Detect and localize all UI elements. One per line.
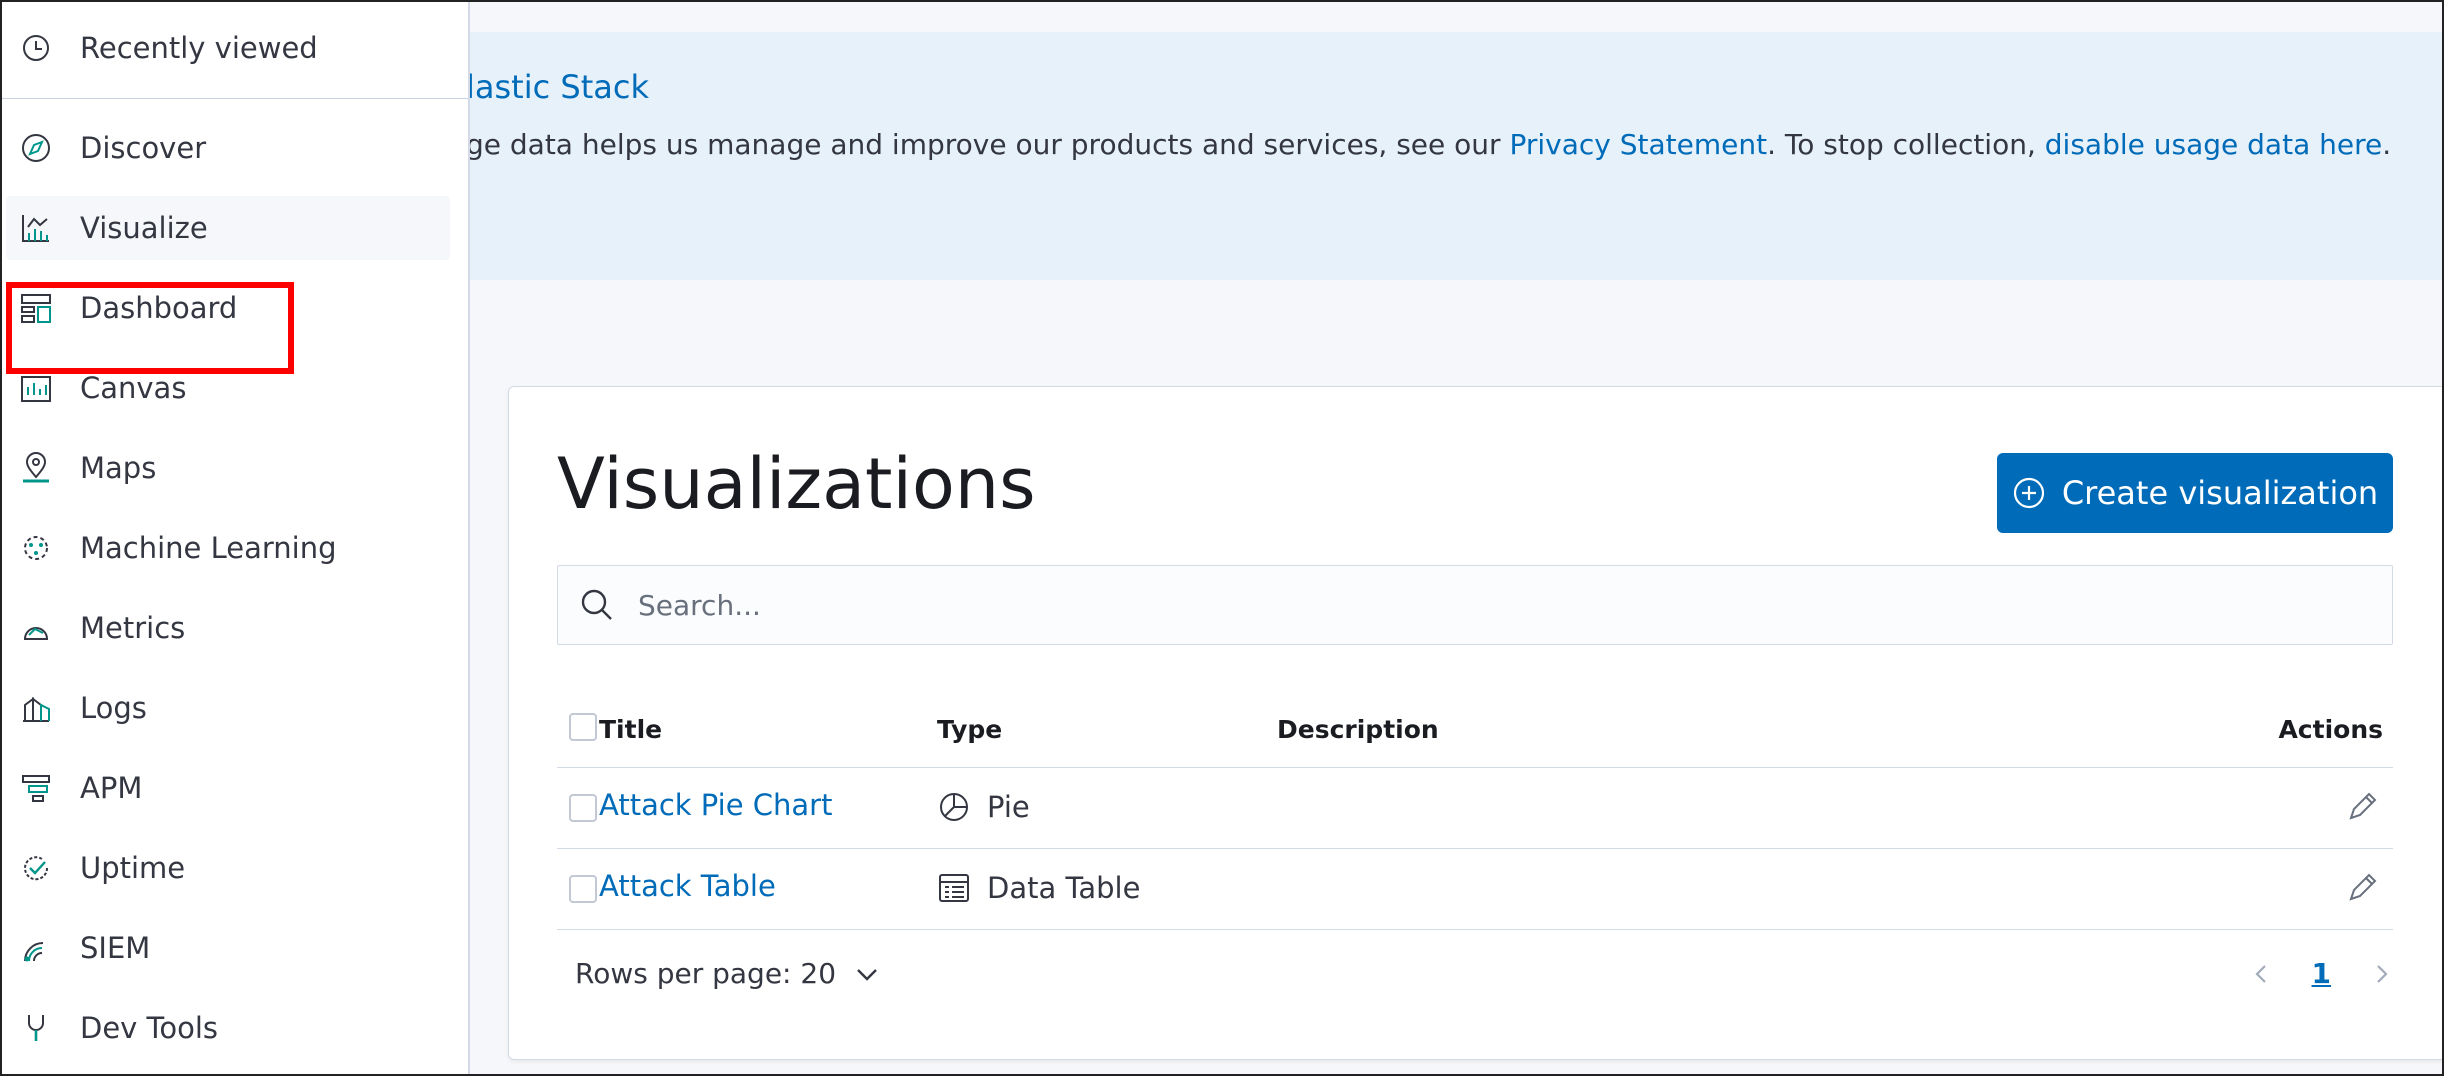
logs-icon [18, 690, 54, 726]
row-checkbox[interactable] [569, 875, 597, 903]
type-label: Data Table [987, 871, 1141, 905]
nav-item-dashboard[interactable]: Dashboard [6, 276, 450, 340]
maps-icon [18, 450, 54, 486]
banner-text-prefix: ge data helps us manage and improve our … [466, 128, 1510, 161]
select-all-checkbox[interactable] [569, 713, 597, 741]
search-icon [581, 589, 612, 620]
nav-item-label: Machine Learning [80, 531, 337, 565]
data-table-icon [939, 874, 969, 902]
nav-item-machine-learning[interactable]: Machine Learning [6, 516, 450, 580]
create-visualization-label: Create visualization [2061, 474, 2379, 512]
table-row: Attack Pie Chart Pie [557, 768, 2393, 849]
disable-usage-data-link[interactable]: disable usage data here [2045, 128, 2382, 161]
search-field[interactable] [557, 565, 2393, 645]
nav-item-label: Logs [80, 691, 147, 725]
nav-item-label: SIEM [80, 931, 151, 965]
dashboard-icon [18, 290, 54, 326]
visualization-title-link[interactable]: Attack Pie Chart [599, 788, 832, 822]
recently-viewed-section: Recently viewed [0, 0, 468, 99]
metrics-icon [18, 610, 54, 646]
nav-item-label: Dev Tools [80, 1011, 218, 1045]
type-cell: Data Table [937, 871, 1140, 905]
nav-item-label: Dashboard [80, 291, 238, 325]
pencil-icon[interactable] [2345, 871, 2379, 905]
visualizations-table: Title Type Description Actions Attack Pi… [557, 689, 2393, 930]
pagination: 1 [2250, 957, 2393, 990]
type-label: Pie [987, 790, 1030, 824]
uptime-icon [18, 850, 54, 886]
nav-item-metrics[interactable]: Metrics [6, 596, 450, 660]
ml-icon [18, 530, 54, 566]
column-header-title[interactable]: Title [599, 715, 662, 744]
plus-circle-icon [2013, 477, 2044, 509]
nav-item-label: Metrics [80, 611, 186, 645]
visualize-icon [18, 210, 54, 246]
rows-per-page-dropdown[interactable]: Rows per page: 20 [575, 957, 880, 990]
create-visualization-button[interactable]: Create visualization [1997, 453, 2393, 533]
pie-chart-icon [940, 793, 968, 821]
nav-item-dev-tools[interactable]: Dev Tools [6, 996, 450, 1060]
nav-item-label: Maps [80, 451, 157, 485]
nav-item-discover[interactable]: Discover [6, 116, 450, 180]
search-input[interactable] [636, 587, 2340, 623]
telemetry-banner: lastic Stack ge data helps us manage and… [466, 32, 2444, 280]
nav-item-recently-viewed[interactable]: Recently viewed [6, 16, 450, 80]
nav-item-canvas[interactable]: Canvas [6, 356, 450, 420]
chevron-right-icon[interactable] [2369, 962, 2393, 986]
visualizations-panel: Visualizations Create visualization Titl… [508, 386, 2444, 1060]
row-checkbox[interactable] [569, 794, 597, 822]
privacy-statement-link[interactable]: Privacy Statement [1509, 128, 1767, 161]
table-footer: Rows per page: 20 1 [557, 957, 2393, 1017]
nav-item-visualize[interactable]: Visualize [6, 196, 450, 260]
banner-text: ge data helps us manage and improve our … [466, 128, 2391, 161]
banner-text-middle: . To stop collection, [1767, 128, 2045, 161]
nav-item-label: Visualize [80, 211, 208, 245]
column-header-actions: Actions [2278, 715, 2383, 744]
table-row: Attack Table Data Table [557, 849, 2393, 930]
column-header-type[interactable]: Type [937, 715, 1002, 744]
nav-item-label: Canvas [80, 371, 187, 405]
nav-item-label: Uptime [80, 851, 186, 885]
nav-item-label: Recently viewed [80, 31, 318, 65]
chevron-down-icon [857, 968, 877, 981]
side-navigation: Recently viewed Discover Visualize Dashb… [0, 0, 470, 1076]
devtools-icon [18, 1010, 54, 1046]
banner-title: lastic Stack [466, 68, 649, 106]
nav-item-siem[interactable]: SIEM [6, 916, 450, 980]
type-cell: Pie [937, 790, 1030, 824]
compass-icon [18, 130, 54, 166]
nav-item-apm[interactable]: APM [6, 756, 450, 820]
canvas-icon [18, 370, 54, 406]
rows-per-page-label: Rows per page: 20 [575, 957, 837, 990]
visualization-title-link[interactable]: Attack Table [599, 869, 776, 903]
apm-icon [18, 770, 54, 806]
banner-text-suffix: . [2382, 128, 2392, 161]
nav-item-label: Discover [80, 131, 207, 165]
page-1-button[interactable]: 1 [2312, 957, 2331, 990]
nav-item-label: APM [80, 771, 143, 805]
nav-item-logs[interactable]: Logs [6, 676, 450, 740]
nav-item-maps[interactable]: Maps [6, 436, 450, 500]
pencil-icon[interactable] [2345, 790, 2379, 824]
clock-icon [18, 30, 54, 66]
chevron-left-icon[interactable] [2250, 962, 2274, 986]
table-header: Title Type Description Actions [557, 689, 2393, 768]
nav-item-uptime[interactable]: Uptime [6, 836, 450, 900]
page-title: Visualizations [557, 443, 1036, 525]
siem-icon [18, 930, 54, 966]
column-header-description: Description [1277, 715, 1439, 744]
